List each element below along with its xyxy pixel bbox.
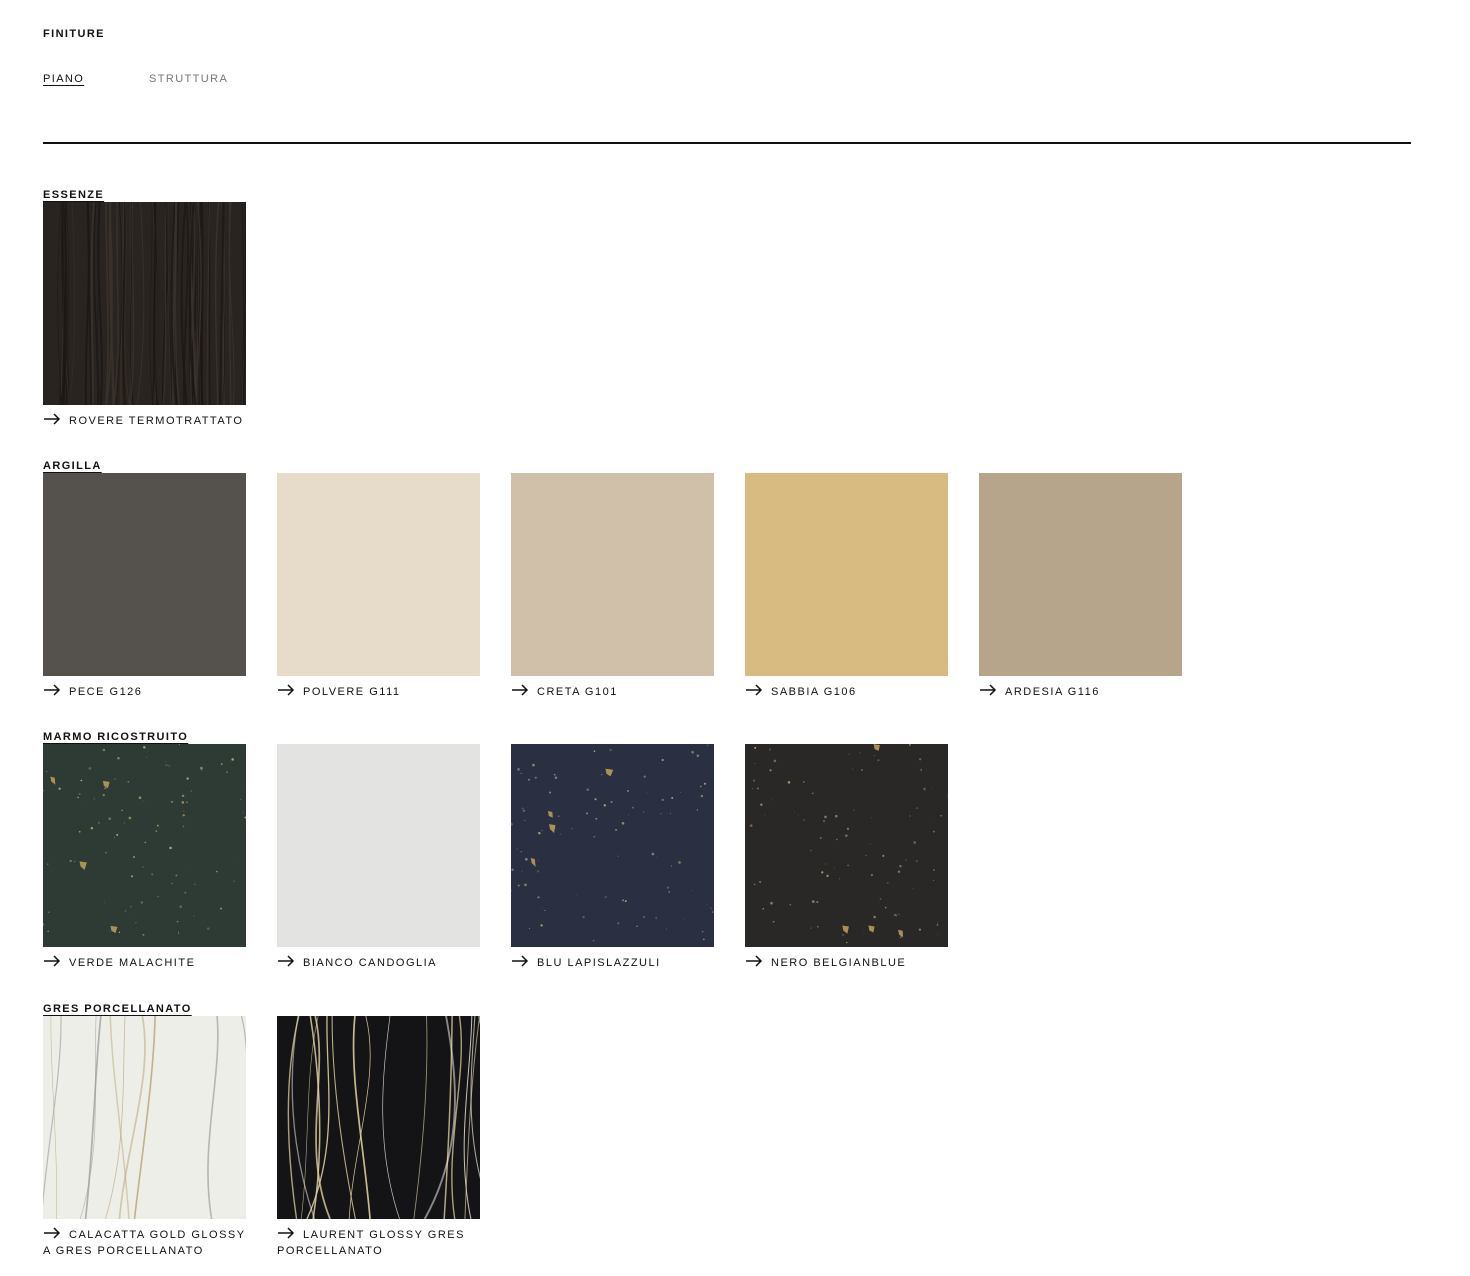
swatch-card[interactable]: BIANCO CANDOGLIA xyxy=(277,744,480,971)
swatch-card[interactable]: LAURENT GLOSSY GRES PORCELLANATO xyxy=(277,1016,480,1259)
swatch-caption[interactable]: CRETA G101 xyxy=(511,684,714,700)
arrow-right-icon xyxy=(277,684,295,696)
swatch-image[interactable] xyxy=(43,202,246,405)
swatch-label: BIANCO CANDOGLIA xyxy=(303,957,438,969)
swatch-card[interactable]: POLVERE G111 xyxy=(277,473,480,700)
swatch-caption[interactable]: VERDE MALACHITE xyxy=(43,955,246,971)
arrow-right-icon xyxy=(511,955,529,967)
arrow-right-icon xyxy=(745,955,763,967)
swatch-label: CRETA G101 xyxy=(537,686,618,698)
swatch-label: LAURENT GLOSSY GRES PORCELLANATO xyxy=(277,1229,465,1257)
swatch-card[interactable]: ROVERE TERMOTRATTATO xyxy=(43,202,246,429)
swatch-caption[interactable]: PECE G126 xyxy=(43,684,246,700)
swatch-caption[interactable]: LAURENT GLOSSY GRES PORCELLANATO xyxy=(277,1227,480,1259)
swatch-image[interactable] xyxy=(979,473,1182,676)
arrow-right-icon xyxy=(43,684,61,696)
section-title: GRES PORCELLANATO xyxy=(43,1003,192,1015)
swatch-image[interactable] xyxy=(511,473,714,676)
swatch-image[interactable] xyxy=(745,744,948,947)
swatch-image[interactable] xyxy=(277,473,480,676)
page-title: FINITURE xyxy=(43,28,105,40)
arrow-right-icon xyxy=(511,684,529,696)
swatch-image[interactable] xyxy=(43,744,246,947)
swatch-image[interactable] xyxy=(43,1016,246,1219)
arrow-right-icon xyxy=(277,955,295,967)
swatch-card[interactable]: NERO BELGIANBLUE xyxy=(745,744,948,971)
arrow-right-icon xyxy=(277,1227,295,1239)
divider xyxy=(43,142,1411,144)
swatch-label: BLU LAPISLAZZULI xyxy=(537,957,661,969)
swatch-card[interactable]: VERDE MALACHITE xyxy=(43,744,246,971)
swatch-caption[interactable]: ARDESIA G116 xyxy=(979,684,1182,700)
swatch-caption[interactable]: BLU LAPISLAZZULI xyxy=(511,955,714,971)
arrow-right-icon xyxy=(745,684,763,696)
swatch-image[interactable] xyxy=(43,473,246,676)
swatch-label: ARDESIA G116 xyxy=(1005,686,1100,698)
swatch-label: VERDE MALACHITE xyxy=(69,957,196,969)
section-title: ARGILLA xyxy=(43,460,102,472)
swatch-label: SABBIA G106 xyxy=(771,686,857,698)
swatch-image[interactable] xyxy=(745,473,948,676)
tab-piano[interactable]: PIANO xyxy=(43,73,84,85)
swatch-caption[interactable]: SABBIA G106 xyxy=(745,684,948,700)
swatch-card[interactable]: CALACATTA GOLD GLOSSY A GRES PORCELLANAT… xyxy=(43,1016,246,1259)
swatch-image[interactable] xyxy=(511,744,714,947)
arrow-right-icon xyxy=(43,413,61,425)
tab-struttura[interactable]: STRUTTURA xyxy=(149,73,228,85)
swatch-image[interactable] xyxy=(277,1016,480,1219)
swatch-caption[interactable]: NERO BELGIANBLUE xyxy=(745,955,948,971)
swatch-image[interactable] xyxy=(277,744,480,947)
swatch-card[interactable]: ARDESIA G116 xyxy=(979,473,1182,700)
swatch-label: CALACATTA GOLD GLOSSY A GRES PORCELLANAT… xyxy=(43,1229,246,1257)
section-title: ESSENZE xyxy=(43,189,105,201)
section-title: MARMO RICOSTRUITO xyxy=(43,731,189,743)
swatch-caption[interactable]: BIANCO CANDOGLIA xyxy=(277,955,480,971)
arrow-right-icon xyxy=(43,1227,61,1239)
swatch-card[interactable]: CRETA G101 xyxy=(511,473,714,700)
swatch-card[interactable]: SABBIA G106 xyxy=(745,473,948,700)
swatch-label: POLVERE G111 xyxy=(303,686,401,698)
swatch-caption[interactable]: ROVERE TERMOTRATTATO xyxy=(43,413,246,429)
swatch-caption[interactable]: POLVERE G111 xyxy=(277,684,480,700)
swatch-caption[interactable]: CALACATTA GOLD GLOSSY A GRES PORCELLANAT… xyxy=(43,1227,246,1259)
arrow-right-icon xyxy=(979,684,997,696)
swatch-label: PECE G126 xyxy=(69,686,143,698)
arrow-right-icon xyxy=(43,955,61,967)
swatch-label: NERO BELGIANBLUE xyxy=(771,957,907,969)
swatch-label: ROVERE TERMOTRATTATO xyxy=(69,415,244,427)
swatch-card[interactable]: BLU LAPISLAZZULI xyxy=(511,744,714,971)
swatch-card[interactable]: PECE G126 xyxy=(43,473,246,700)
